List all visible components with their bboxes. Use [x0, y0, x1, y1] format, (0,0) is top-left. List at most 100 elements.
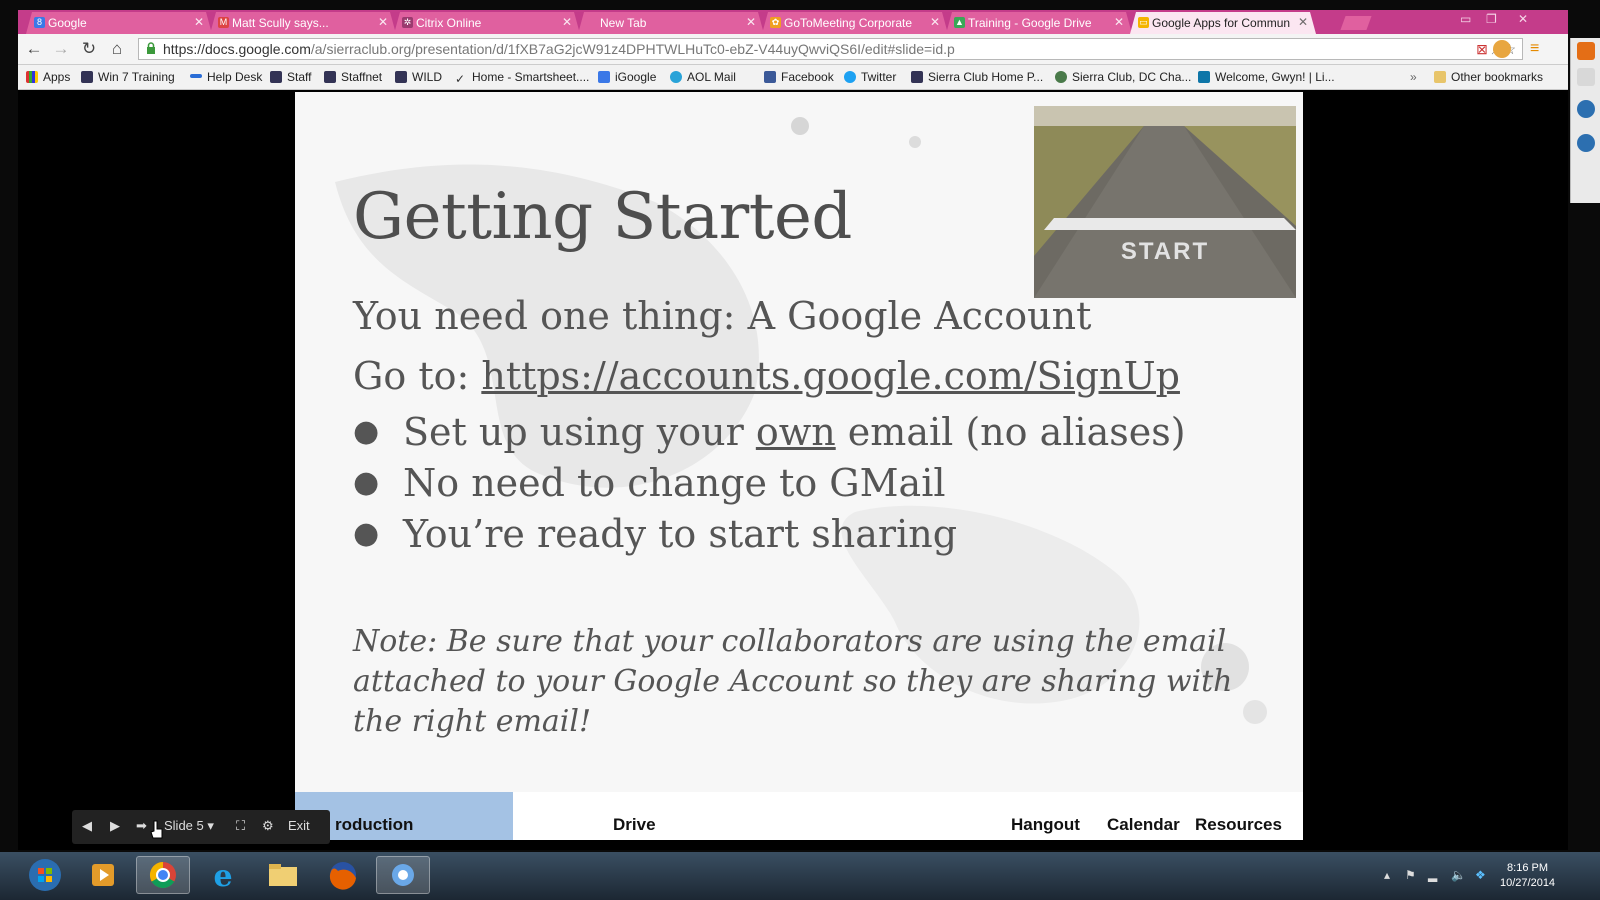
forward-icon[interactable]: →	[50, 38, 72, 60]
bookmark-staff[interactable]: Staff	[270, 70, 311, 84]
bookmark-wild[interactable]: WILD	[395, 70, 442, 84]
new-tab-button[interactable]	[1340, 16, 1372, 30]
settings-gear-icon[interactable]: ⚙	[262, 818, 274, 834]
panel-app-icon[interactable]	[1577, 42, 1595, 60]
fullscreen-icon[interactable]: ⛶	[236, 818, 245, 834]
home-icon[interactable]: ⌂	[106, 38, 128, 60]
twitter-icon	[844, 71, 856, 83]
bookmarks-bar: Apps Win 7 Training Help Desk Staff Staf…	[18, 65, 1568, 90]
bookmark-help-desk[interactable]: Help Desk	[190, 70, 262, 84]
play-icon[interactable]: ▶	[110, 818, 120, 834]
tab-google[interactable]: 8 Google ✕	[26, 12, 212, 34]
nav-resources[interactable]: Resources	[1195, 815, 1282, 835]
back-icon[interactable]: ←	[23, 38, 45, 60]
gotomeeting-taskbar-icon[interactable]	[376, 856, 430, 894]
bullet-dot: ●	[353, 516, 380, 551]
close-tab-icon[interactable]: ✕	[378, 15, 388, 29]
tab-gotomeeting[interactable]: ✿ GoToMeeting Corporate ✕	[762, 12, 948, 34]
bookmark-smartsheet[interactable]: ✓ Home - Smartsheet....	[455, 70, 589, 86]
tab-label: GoToMeeting Corporate	[784, 16, 913, 30]
tab-citrix[interactable]: ✲ Citrix Online ✕	[394, 12, 580, 34]
bookmark-label: Sierra Club, DC Cha...	[1072, 70, 1192, 84]
bookmark-aol-mail[interactable]: AOL Mail	[670, 70, 736, 84]
close-window-icon[interactable]: ✕	[1518, 12, 1528, 26]
tab-label: New Tab	[600, 16, 647, 30]
close-tab-icon[interactable]: ✕	[746, 15, 756, 29]
nav-calendar[interactable]: Calendar	[1107, 815, 1180, 835]
citrix-icon: ✲	[403, 17, 412, 27]
nav-drive[interactable]: Drive	[613, 815, 656, 835]
bookmark-igoogle[interactable]: iGoogle	[598, 70, 656, 84]
tab-google-apps-slides[interactable]: ▭ Google Apps for Commun ✕	[1130, 12, 1316, 34]
bookmark-apps[interactable]: Apps	[26, 70, 70, 84]
bookmark-sierra-club-dc[interactable]: Sierra Club, DC Cha...	[1055, 70, 1191, 84]
gmail-icon: M	[219, 17, 228, 27]
restore-icon[interactable]: ❐	[1486, 12, 1497, 26]
tab-strip: 8 Google ✕ M Matt Scully says... ✕ ✲ Cit…	[18, 10, 1568, 34]
bullet-text: Set up using your	[403, 410, 756, 454]
volume-icon[interactable]: 🔈	[1451, 868, 1466, 882]
chrome-taskbar-icon[interactable]	[136, 856, 190, 894]
bookmark-linkedin[interactable]: Welcome, Gwyn! | Li...	[1198, 70, 1335, 84]
next-slide-icon[interactable]: ➡	[136, 818, 147, 834]
show-hidden-icons-icon[interactable]: ▴	[1384, 868, 1390, 882]
sierra-club-dc-icon	[1055, 71, 1067, 83]
bookmark-facebook[interactable]: Facebook	[764, 70, 834, 84]
chrome-menu-icon[interactable]: ≡	[1530, 40, 1539, 58]
minimize-icon[interactable]: ▭	[1460, 12, 1471, 26]
address-bar[interactable]: https://docs.google.com/a/sierraclub.org…	[138, 38, 1523, 60]
close-tab-icon[interactable]: ✕	[562, 15, 572, 29]
dropbox-icon[interactable]: ❖	[1475, 868, 1486, 882]
network-signal-icon[interactable]: ▂	[1428, 868, 1437, 882]
close-tab-icon[interactable]: ✕	[1114, 15, 1124, 29]
slide-note: Note: Be sure that your collaborators ar…	[353, 624, 1233, 739]
other-bookmarks-folder[interactable]: Other bookmarks	[1434, 70, 1543, 84]
bookmarks-overflow-chevron[interactable]: »	[1410, 70, 1417, 84]
exit-button[interactable]: Exit	[288, 818, 310, 833]
bookmark-label: Welcome, Gwyn! | Li...	[1215, 70, 1335, 84]
tab-new-tab[interactable]: New Tab ✕	[578, 12, 764, 34]
sierra-club-icon	[81, 71, 93, 83]
bookmark-label: Staff	[287, 70, 312, 84]
file-explorer-icon[interactable]	[256, 856, 310, 894]
sierra-club-icon	[395, 71, 407, 83]
tab-label: Google Apps for Commun	[1152, 16, 1291, 30]
start-button[interactable]	[18, 856, 72, 894]
slide-navigation-bar: roduction Drive Hangout Calendar Resourc…	[295, 792, 1303, 840]
clock-date: 10/27/2014	[1500, 877, 1556, 889]
reload-icon[interactable]: ↻	[78, 38, 100, 60]
slide-selector[interactable]: Slide 5 ▾	[164, 818, 214, 834]
microphone-icon[interactable]	[1577, 68, 1595, 86]
bookmark-label: Facebook	[781, 70, 834, 84]
list-item: ● No need to change to GMail	[353, 461, 1186, 512]
bookmark-staffnet[interactable]: Staffnet	[324, 70, 382, 84]
close-tab-icon[interactable]: ✕	[930, 15, 940, 29]
bookmark-twitter[interactable]: Twitter	[844, 70, 896, 84]
bookmark-sierra-club-home[interactable]: Sierra Club Home P...	[911, 70, 1043, 84]
tab-google-drive[interactable]: ▲ Training - Google Drive ✕	[946, 12, 1132, 34]
internet-explorer-icon[interactable]: e	[196, 856, 250, 894]
extension-icon[interactable]	[1493, 40, 1511, 58]
screen-share-icon[interactable]	[1577, 100, 1595, 118]
presenter-controls: ◀ ▶ ➡ Slide 5 ▾ ⛶ ⚙ Exit	[72, 810, 330, 844]
close-tab-icon[interactable]: ✕	[1298, 15, 1308, 29]
bullet-text: No need to change to GMail	[403, 461, 946, 505]
blocked-popup-icon[interactable]: ⊠	[1476, 41, 1488, 57]
hand-cursor-icon	[150, 820, 163, 839]
close-tab-icon[interactable]: ✕	[194, 15, 204, 29]
bookmark-label: Other bookmarks	[1451, 70, 1544, 84]
raise-hand-icon[interactable]	[1577, 134, 1595, 152]
firefox-icon[interactable]	[316, 856, 370, 894]
windows-taskbar: e ▴ ⚑ ▂ 🔈 ❖ 8:16 PM 10/27/2014	[0, 852, 1600, 900]
media-player-icon[interactable]	[76, 856, 130, 894]
previous-slide-icon[interactable]: ◀	[82, 818, 92, 834]
bookmark-win7-training[interactable]: Win 7 Training	[81, 70, 175, 84]
nav-hangout[interactable]: Hangout	[1011, 815, 1080, 835]
folder-icon	[1434, 71, 1446, 83]
signup-link[interactable]: https://accounts.google.com/SignUp	[481, 354, 1180, 398]
bullet-text: You’re ready to start sharing	[403, 512, 958, 556]
action-center-flag-icon[interactable]: ⚑	[1405, 868, 1416, 882]
nav-introduction-label[interactable]: roduction	[335, 815, 413, 835]
tab-gmail[interactable]: M Matt Scully says... ✕	[210, 12, 396, 34]
system-clock[interactable]: 8:16 PM 10/27/2014	[1500, 861, 1555, 891]
